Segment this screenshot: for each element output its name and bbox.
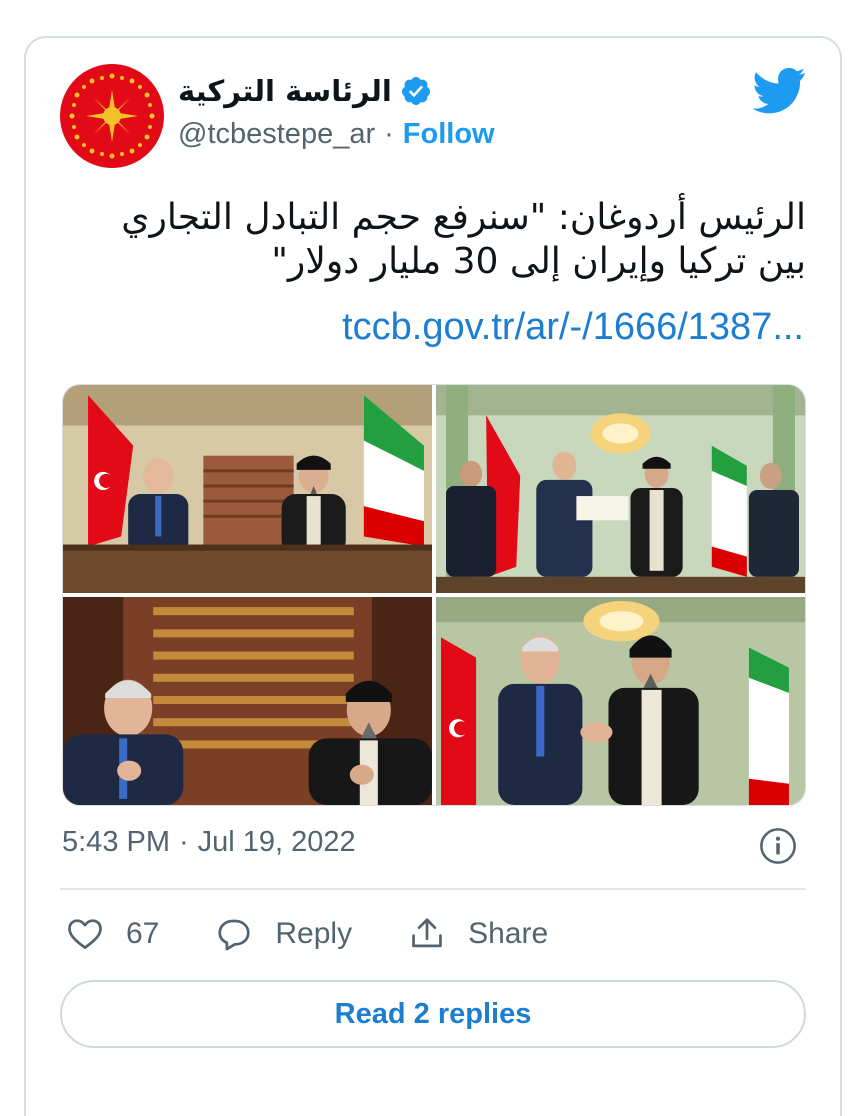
share-label: Share [468,917,549,950]
photo-2-image [436,385,805,593]
reply-bubble-icon [218,919,250,951]
share-icon [412,918,442,948]
photo-1-image [63,385,432,593]
display-name[interactable]: الرئاسة التركية [178,74,392,108]
twitter-bird-icon[interactable] [752,66,806,114]
read-replies-button[interactable]: Read 2 replies [60,980,806,1048]
author-name-row[interactable]: الرئاسة التركية [178,74,432,108]
photo-4[interactable] [436,597,805,805]
tweet-date: Jul 19, 2022 [197,826,356,858]
tweet-text: الرئيس أردوغان: "سنرفع حجم التبادل التجا… [60,196,806,284]
tweet-timestamp[interactable]: 5:43 PM · Jul 19, 2022 [62,826,356,859]
handle-row: @tcbestepe_ar · Follow [178,118,495,151]
read-replies-label: Read 2 replies [334,997,532,1030]
photo-3-image [63,597,432,805]
tweet-text-line-2: بين تركيا وإيران إلى 30 مليار دولار" [271,241,806,282]
divider [60,888,806,890]
share-button[interactable]: Share [408,915,548,953]
verified-badge-icon [401,77,430,105]
separator: · [384,118,394,150]
handle[interactable]: @tcbestepe_ar [178,118,375,151]
like-count: 67 [126,917,160,950]
reply-label: Reply [275,917,353,950]
avatar[interactable] [60,64,164,168]
like-button[interactable]: 67 [66,915,159,953]
media-grid [62,384,806,806]
tweet-time: 5:43 PM [62,826,170,858]
action-bar: 67 Reply Share [66,912,604,956]
heart-icon [68,919,102,949]
photo-3[interactable] [63,597,432,805]
follow-button[interactable]: Follow [403,118,495,151]
timestamp-separator: · [179,826,189,858]
photo-4-image [436,597,805,805]
info-icon[interactable] [759,827,797,865]
photo-2[interactable] [436,385,805,593]
tweet-text-line-1: الرئيس أردوغان: "سنرفع حجم التبادل التجا… [121,197,806,238]
photo-1[interactable] [63,385,432,593]
reply-button[interactable]: Reply [215,915,352,953]
tweet-link[interactable]: tccb.gov.tr/ar/-/1666/1387... [342,306,804,349]
